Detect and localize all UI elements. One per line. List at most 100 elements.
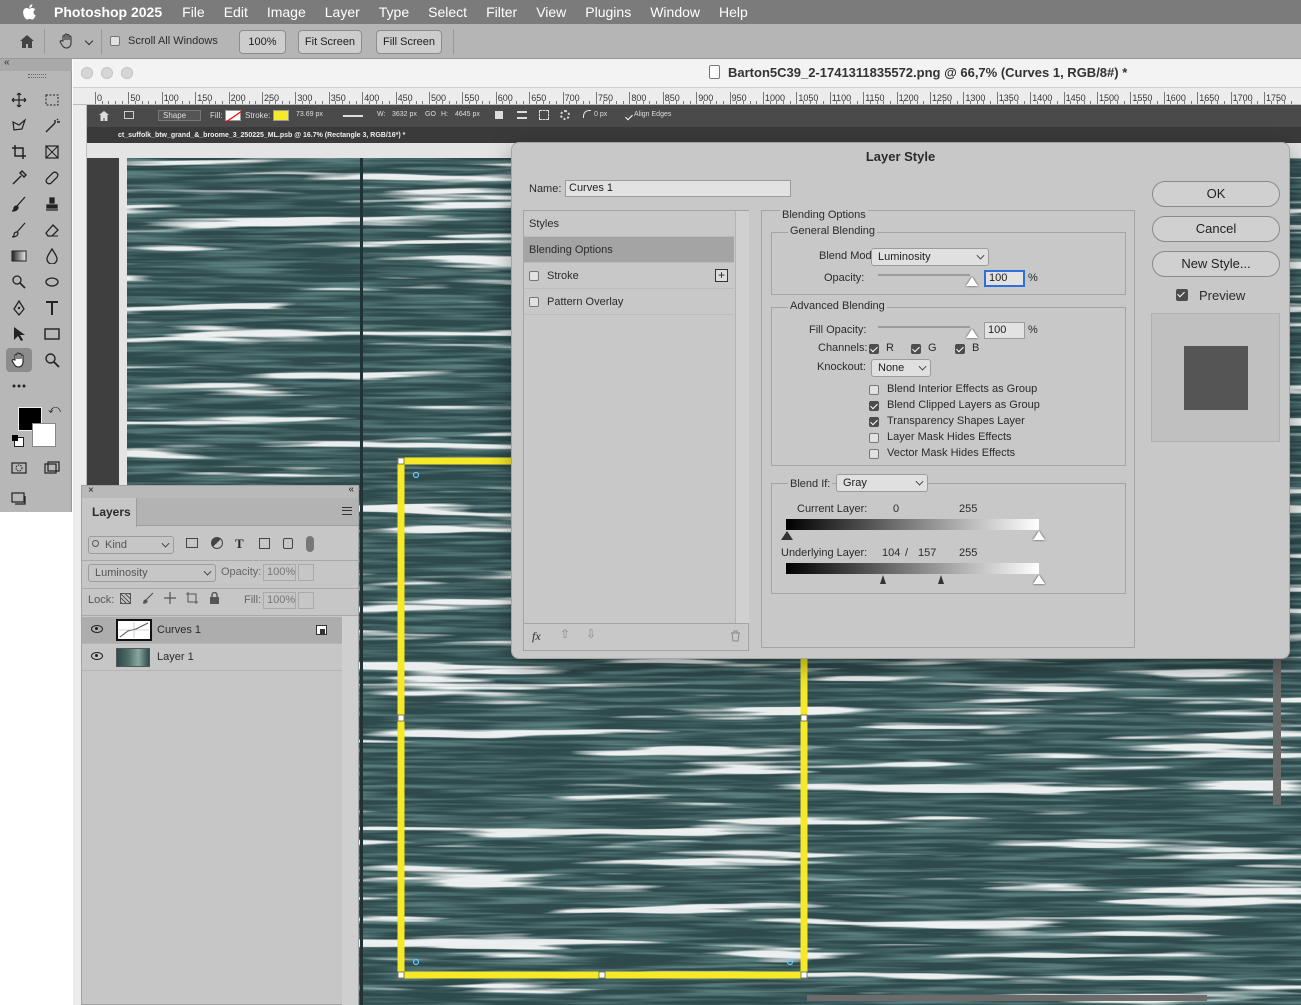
scroll-all-windows-checkbox[interactable] [110,36,120,46]
dodge-tool-icon[interactable] [8,271,30,293]
menu-filter[interactable]: Filter [486,4,517,20]
fill-opacity-slider-thumb[interactable] [966,329,978,338]
curves-adjustment-icon[interactable] [116,619,152,641]
underlying-layer-gradient[interactable] [786,563,1039,574]
layer-opacity-dropdown-icon[interactable] [298,564,314,581]
add-stroke-icon[interactable]: + [715,269,728,282]
menu-layer[interactable]: Layer [325,4,360,20]
lock-artboard-icon[interactable] [186,592,198,607]
layers-scrollbar[interactable] [342,616,358,1005]
fill-opacity-slider[interactable] [878,326,970,328]
inner-home-icon[interactable] [98,110,110,122]
share-icon[interactable] [8,487,30,509]
option-checkbox[interactable] [869,433,879,443]
fill-screen-button[interactable]: Fill Screen [376,30,442,54]
pen-tool-icon[interactable] [8,297,30,319]
filter-type-icon[interactable]: T [235,536,244,552]
background-color-swatch[interactable] [32,423,56,447]
layer-opacity-field[interactable]: 100% [263,564,296,581]
inner-fill-swatch[interactable] [225,110,243,123]
close-window-button[interactable] [81,67,93,79]
style-item[interactable]: Pattern Overlay [524,289,734,315]
preview-checkbox[interactable] [1176,289,1188,301]
knockout-select[interactable]: None [871,359,931,377]
swap-colors-icon[interactable]: ⤺ [48,402,61,417]
frame-tool-icon[interactable] [41,141,63,163]
inner-shape-mode-icon[interactable] [124,111,134,119]
path-selection-icon[interactable] [8,323,30,345]
panel-menu-icon[interactable] [342,507,352,515]
magic-wand-icon[interactable] [41,115,63,137]
channel-g-checkbox[interactable] [911,344,921,354]
layer-visibility-eye-icon[interactable] [91,625,103,633]
channel-b-checkbox[interactable] [955,344,965,354]
delete-effect-icon[interactable] [730,630,741,645]
layer-visibility-eye-icon[interactable] [91,652,103,660]
menu-view[interactable]: View [536,4,566,20]
layer-mask-icon[interactable] [316,625,327,635]
eyedropper-icon[interactable] [8,167,30,189]
filter-smart-object-icon[interactable] [283,538,293,549]
fill-opacity-field[interactable]: 100 [984,322,1025,339]
zoom-tool-icon[interactable] [41,349,63,371]
option-checkbox[interactable] [869,401,879,411]
current-layer-white-thumb[interactable] [1033,531,1045,540]
gradient-tool-icon[interactable] [8,245,30,267]
inner-stroke-width[interactable]: 73.69 px [296,111,323,118]
style-item[interactable]: Stroke + [524,263,734,289]
fx-button[interactable]: fx [532,629,541,644]
layer-blend-mode-select[interactable]: Luminosity [88,564,216,582]
opacity-slider-thumb[interactable] [966,277,978,286]
marquee-tool-icon[interactable] [41,89,63,111]
app-name[interactable]: Photoshop 2025 [54,4,162,20]
home-icon[interactable] [16,30,38,52]
menu-select[interactable]: Select [428,4,467,20]
style-item-checkbox[interactable] [529,271,539,281]
underlying-black-thumb-right[interactable] [938,575,944,584]
horizontal-ruler[interactable]: 0 50 100 150 200 250 300 350 400 450 500 550 600 650 7… [73,88,1301,105]
blend-mode-select[interactable]: Luminosity [871,248,989,266]
blur-tool-icon[interactable] [41,245,63,267]
tools-panel-header[interactable]: « [0,57,72,71]
clone-stamp-icon[interactable] [41,193,63,215]
style-item[interactable]: Blending Options [524,237,734,263]
lasso-tool-icon[interactable] [8,115,30,137]
healing-brush-icon[interactable] [41,167,63,189]
inner-path-ops-icon[interactable] [495,111,503,119]
menu-file[interactable]: File [182,4,205,20]
menu-edit[interactable]: Edit [224,4,248,20]
cancel-button[interactable]: Cancel [1152,216,1280,242]
current-layer-gradient[interactable] [786,519,1039,530]
layer-filter-kind-select[interactable]: Kind [88,536,174,554]
opacity-slider[interactable] [878,274,970,276]
ok-button[interactable]: OK [1152,181,1280,207]
hand-tool-active-icon[interactable] [6,348,32,372]
close-panel-icon[interactable]: × [88,485,94,496]
inner-h-value[interactable]: 4645 px [455,111,480,118]
option-checkbox[interactable] [869,417,879,427]
hand-tool-icon[interactable] [56,30,78,52]
inner-stroke-type[interactable] [343,115,363,117]
new-style-button[interactable]: New Style... [1152,251,1280,277]
style-item[interactable]: Styles [524,211,734,237]
styles-list-scrollbar[interactable] [735,211,749,623]
layers-tab[interactable]: Layers [82,498,137,527]
fit-screen-button[interactable]: Fit Screen [298,30,362,54]
layer-thumbnail[interactable] [116,648,150,667]
blend-if-select[interactable]: Gray [836,474,928,492]
inner-arrange-icon[interactable] [539,110,549,120]
underlying-white-thumb[interactable] [1033,575,1045,584]
collapse-panel-icon[interactable]: « [348,484,354,495]
layer-fill-dropdown-icon[interactable] [298,592,314,609]
brush-tool-icon[interactable] [8,193,30,215]
inner-link-icon[interactable]: GO [425,111,436,118]
name-field[interactable]: Curves 1 [565,180,791,197]
rectangle-tool-icon[interactable] [41,323,63,345]
default-colors-icon[interactable] [12,435,24,447]
layers-panel-header[interactable]: × « [82,484,358,498]
opacity-field[interactable]: 100 [984,270,1025,287]
layer-name[interactable]: Layer 1 [157,651,194,663]
maximize-window-button[interactable] [121,67,133,79]
lock-transparent-pixels-icon[interactable] [120,593,131,604]
option-checkbox[interactable] [869,449,879,459]
